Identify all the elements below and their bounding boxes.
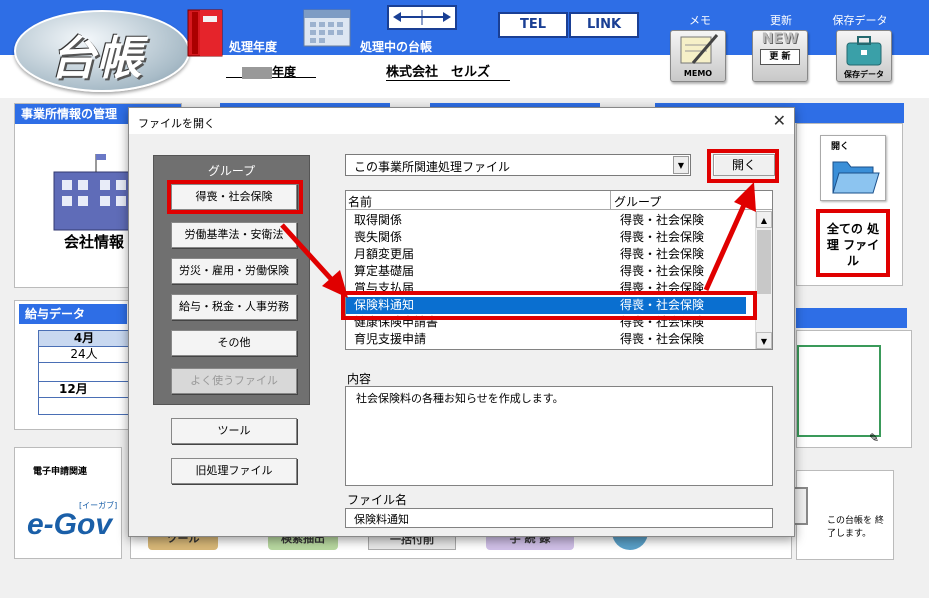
- annotation-arrows: [280, 182, 756, 298]
- arrow-group-to-row: [280, 223, 334, 282]
- arrow-row-to-open: [703, 203, 747, 292]
